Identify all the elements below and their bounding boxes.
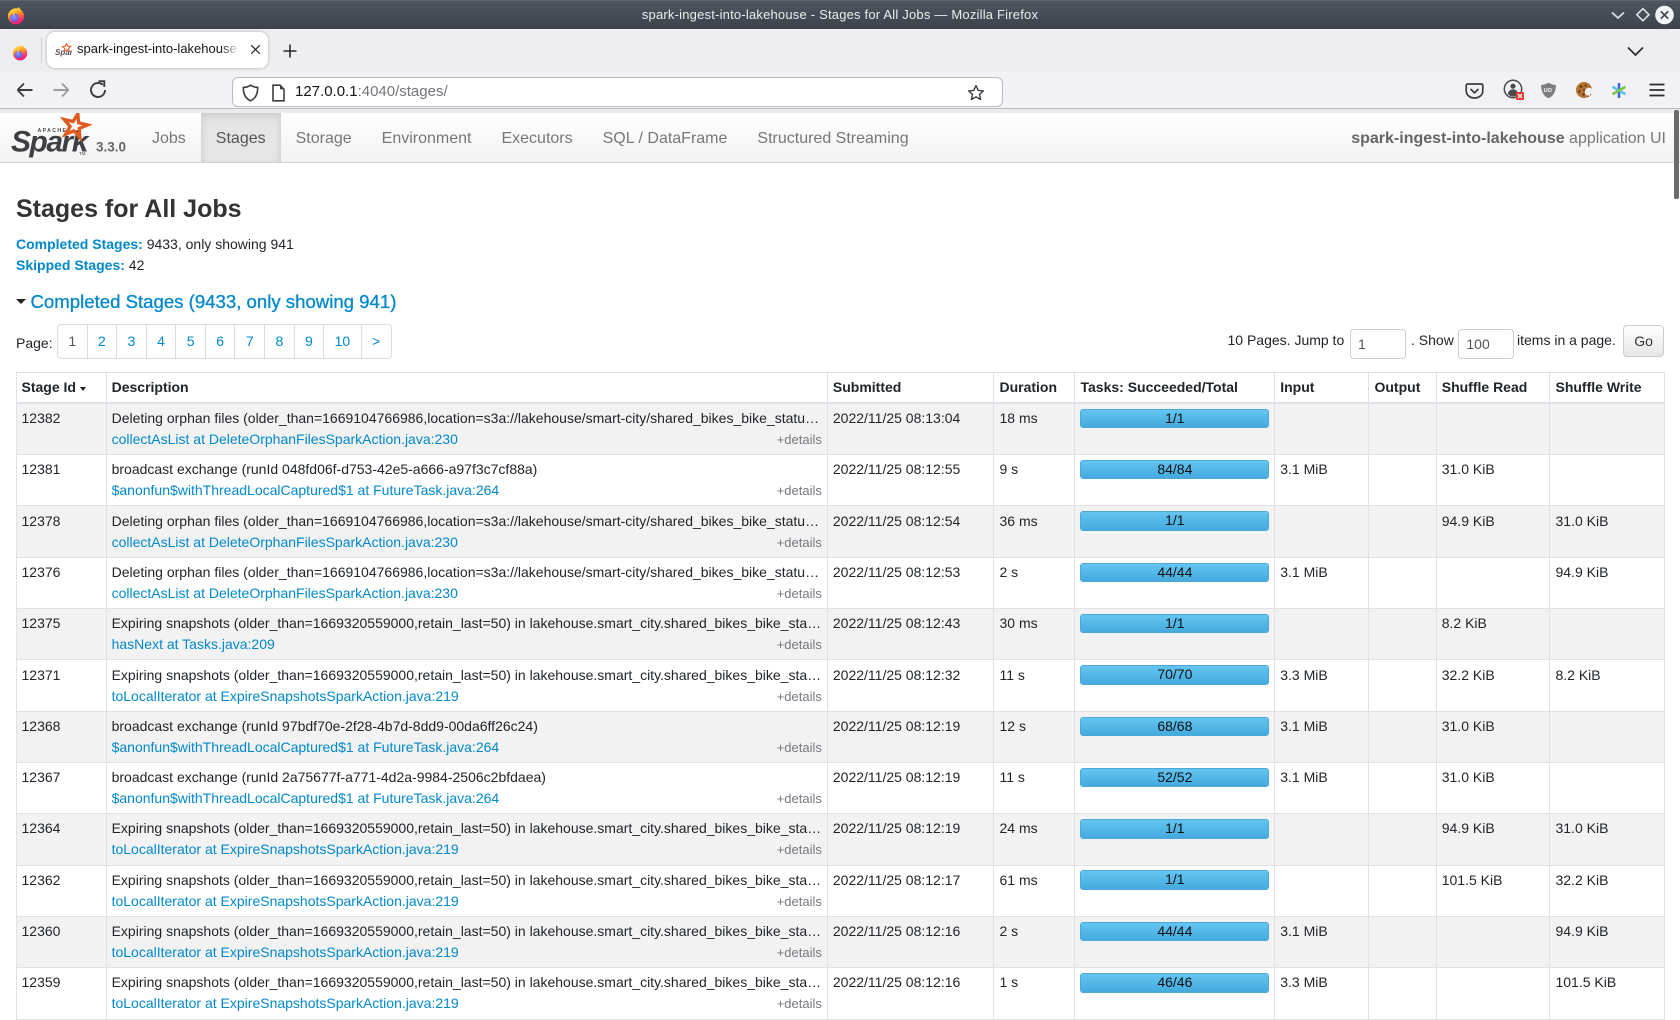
- svg-text:3.3.0: 3.3.0: [96, 139, 126, 154]
- svg-text:TM: TM: [79, 151, 86, 156]
- svg-text:UO: UO: [1544, 88, 1553, 94]
- svg-text:Spark: Spark: [55, 48, 72, 57]
